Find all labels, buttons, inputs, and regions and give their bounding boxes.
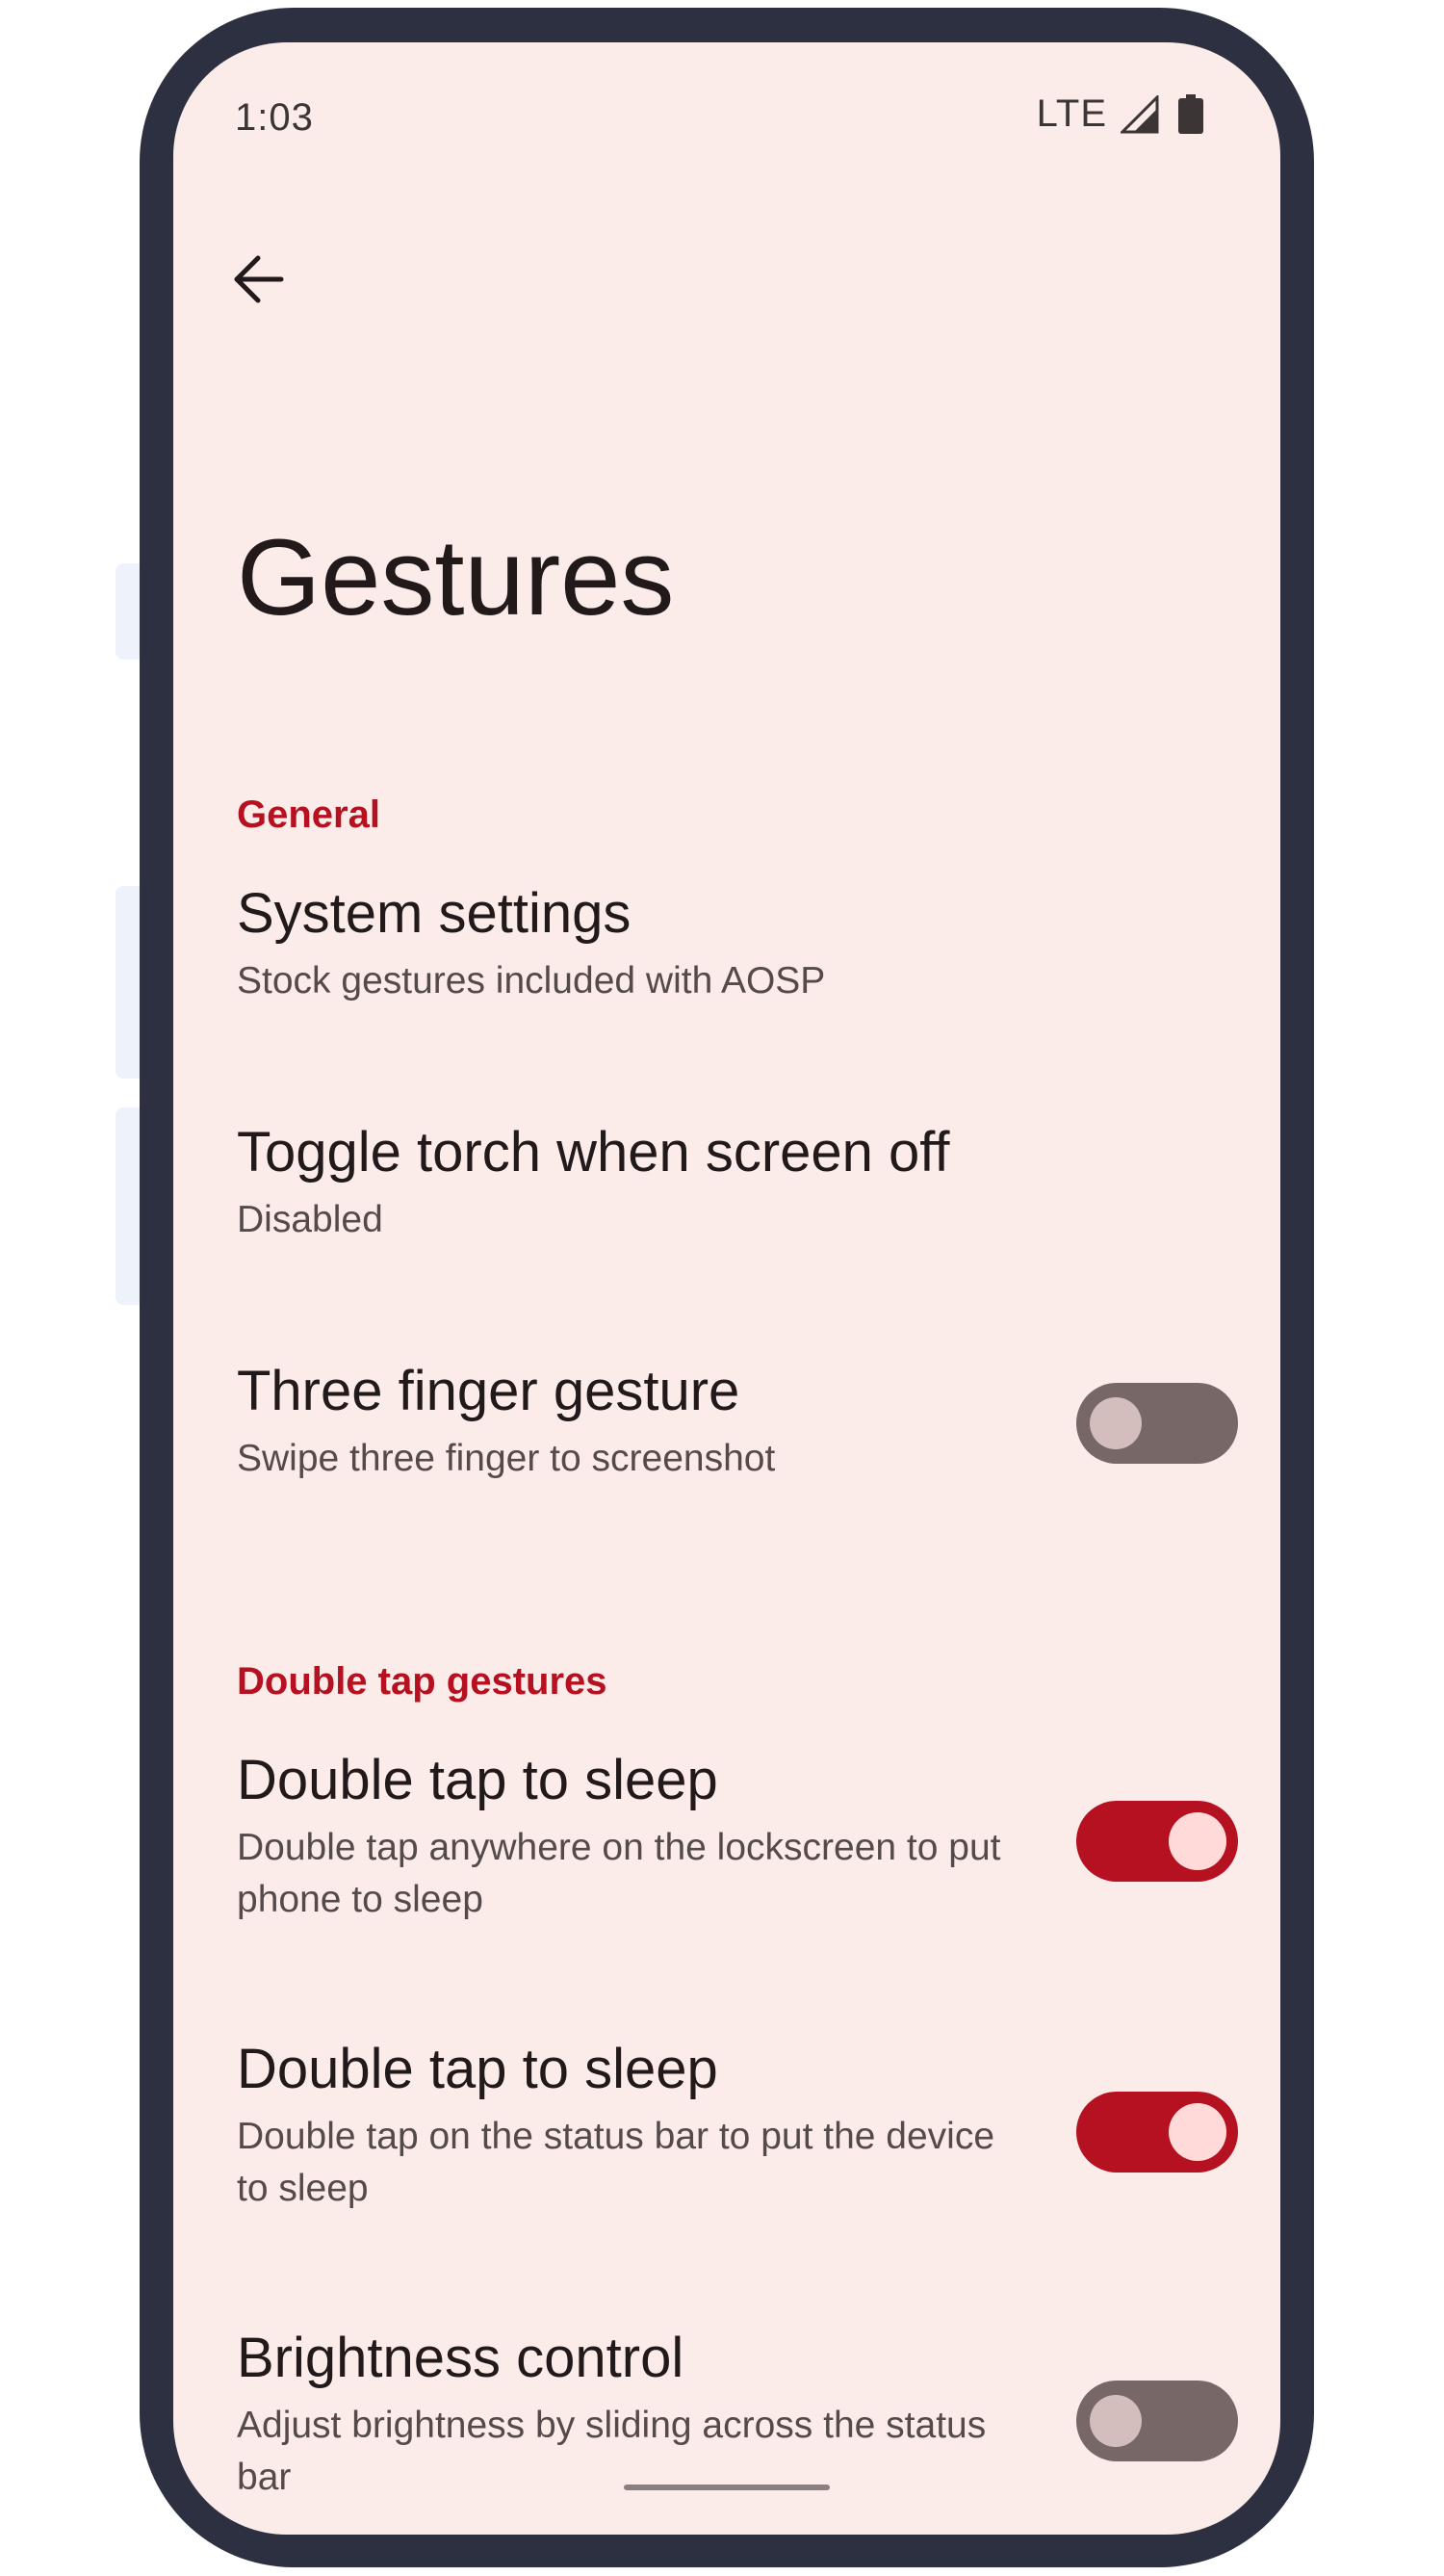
pref-system-settings[interactable]: System settings Stock gestures included …	[173, 880, 1280, 1007]
double-tap-sleep-statusbar-switch[interactable]	[1076, 2092, 1238, 2173]
pref-toggle-torch[interactable]: Toggle torch when screen off Disabled	[173, 1119, 1280, 1246]
status-bar: 1:03 LTE	[173, 42, 1280, 187]
pref-summary: Double tap on the status bar to put the …	[237, 2115, 995, 2209]
phone-screen: 1:03 LTE Gestures General System setting…	[173, 42, 1280, 2535]
switch-thumb	[1090, 2395, 1142, 2447]
status-time: 1:03	[235, 96, 314, 139]
back-button[interactable]	[210, 231, 306, 327]
switch-thumb	[1169, 2103, 1226, 2161]
page-title: Gestures	[237, 517, 675, 637]
three-finger-gesture-switch[interactable]	[1076, 1383, 1238, 1464]
pref-summary: Swipe three finger to screenshot	[237, 1437, 776, 1479]
network-type: LTE	[1036, 92, 1107, 135]
pref-title: Toggle torch when screen off	[237, 1121, 950, 1184]
pref-summary: Stock gestures included with AOSP	[237, 959, 826, 1002]
switch-thumb	[1169, 1812, 1226, 1870]
pref-title: System settings	[237, 882, 632, 945]
pref-summary: Disabled	[237, 1198, 383, 1240]
status-indicators: LTE	[1037, 92, 1205, 136]
pref-summary: Double tap anywhere on the lockscreen to…	[237, 1826, 1001, 1920]
section-header-double-tap: Double tap gestures	[237, 1660, 607, 1703]
arrow-back-icon	[234, 255, 284, 303]
section-header-general: General	[237, 794, 380, 836]
battery-icon	[1178, 93, 1203, 134]
switch-thumb	[1090, 1397, 1142, 1449]
gesture-nav-handle[interactable]	[624, 2485, 830, 2490]
double-tap-sleep-lockscreen-switch[interactable]	[1076, 1801, 1238, 1882]
brightness-control-switch[interactable]	[1076, 2381, 1238, 2461]
signal-icon	[1121, 94, 1159, 133]
